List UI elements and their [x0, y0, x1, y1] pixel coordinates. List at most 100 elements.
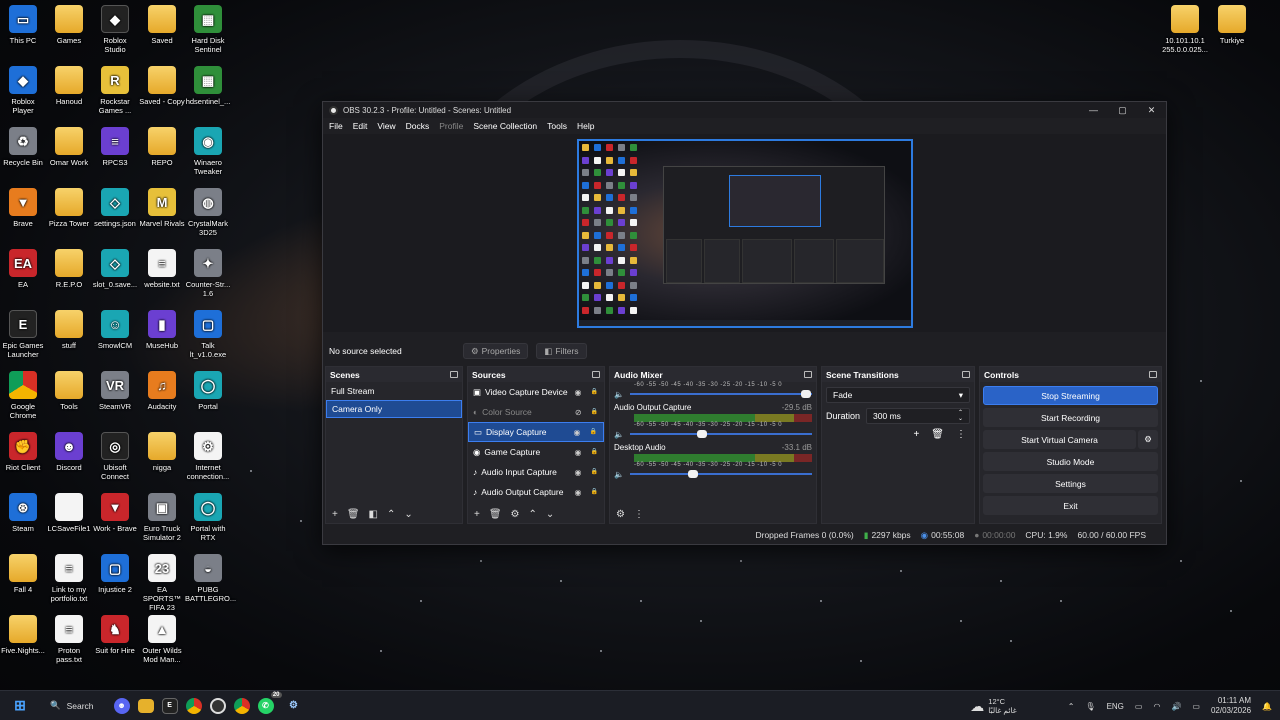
- lock-icon[interactable]: 🔒: [591, 488, 598, 497]
- undock-icon[interactable]: [450, 371, 458, 378]
- desktop-icon[interactable]: ◇ slot_0.save...: [92, 249, 138, 289]
- kebab-icon[interactable]: ⋮: [956, 429, 966, 440]
- eye-icon[interactable]: ◉: [574, 428, 581, 437]
- arrow-down-icon[interactable]: ⌄: [404, 509, 412, 520]
- desktop-icon[interactable]: ◯ Portal with RTX: [185, 493, 231, 542]
- kebab-icon[interactable]: ⋮: [634, 509, 644, 520]
- desktop-icon[interactable]: ✊ Riot Client: [0, 432, 46, 472]
- scene-item[interactable]: Full Stream: [326, 382, 462, 400]
- lock-icon[interactable]: 🔒: [590, 428, 597, 437]
- desktop-icon[interactable]: Tools: [46, 371, 92, 411]
- desktop-icon[interactable]: ▭ This PC: [0, 5, 46, 45]
- notification-icon[interactable]: 🔔: [1262, 702, 1272, 711]
- wifi-icon[interactable]: ◠: [1153, 702, 1160, 711]
- menu-scene-collection[interactable]: Scene Collection: [473, 121, 537, 131]
- desktop-icon[interactable]: ▢ Injustice 2: [92, 554, 138, 594]
- chrome-taskbar-icon[interactable]: [185, 697, 202, 714]
- desktop-icon[interactable]: ◯ Portal: [185, 371, 231, 411]
- language-indicator[interactable]: ENG: [1107, 702, 1124, 711]
- desktop-icon[interactable]: ≡ website.txt: [139, 249, 185, 289]
- desktop-icon[interactable]: ▼ Work - Brave: [92, 493, 138, 533]
- display-icon[interactable]: ▭: [1135, 702, 1143, 711]
- settings-button[interactable]: Settings: [983, 474, 1158, 493]
- source-item[interactable]: ♪ Audio Output Capture ◉ 🔒: [468, 482, 604, 502]
- desktop-icon[interactable]: ◆ Roblox Studio: [92, 5, 138, 54]
- desktop-icon[interactable]: ▮ MuseHub: [139, 310, 185, 350]
- menu-tools[interactable]: Tools: [547, 121, 567, 131]
- properties-button[interactable]: ⚙ Properties: [463, 343, 529, 359]
- volume-slider-knob[interactable]: [800, 390, 811, 398]
- desktop-icon[interactable]: ▼ Brave: [0, 188, 46, 228]
- source-item[interactable]: ◐ Color Source ⊘ 🔒: [468, 402, 604, 422]
- obs-window[interactable]: OBS 30.2.3 - Profile: Untitled - Scenes:…: [322, 101, 1167, 545]
- desktop-icon[interactable]: ≡ Proton pass.txt: [46, 615, 92, 664]
- undock-icon[interactable]: [592, 371, 600, 378]
- clock[interactable]: 01:11 AM 02/03/2026: [1211, 696, 1251, 716]
- obs-taskbar-icon[interactable]: [209, 697, 226, 714]
- spinner-icon[interactable]: ⌃ ⌄: [958, 410, 963, 422]
- speaker-icon[interactable]: 🔈: [614, 390, 624, 399]
- desktop-icon[interactable]: EA EA: [0, 249, 46, 289]
- start-virtual-camera-button[interactable]: Start Virtual Camera: [983, 430, 1136, 449]
- desktop-icon[interactable]: 10.101.10.1 255.0.0.025...: [1162, 5, 1208, 54]
- start-recording-button[interactable]: Start Recording: [983, 408, 1158, 427]
- undock-icon[interactable]: [962, 371, 970, 378]
- desktop-icon[interactable]: VR SteamVR: [92, 371, 138, 411]
- discord-taskbar-icon[interactable]: ☻: [113, 697, 130, 714]
- source-item[interactable]: ▣ Video Capture Device ◉ 🔒: [468, 382, 604, 402]
- battery-icon[interactable]: ▭: [1192, 702, 1200, 711]
- desktop-icon[interactable]: ◎ Ubisoft Connect: [92, 432, 138, 481]
- eye-icon[interactable]: ◉: [575, 468, 582, 477]
- chevron-up-icon[interactable]: ⌃: [1068, 702, 1075, 711]
- windows-start-icon[interactable]: ⊞: [10, 696, 30, 716]
- source-item[interactable]: ▭ Display Capture ◉ 🔒: [468, 422, 604, 442]
- desktop-icon[interactable]: ♫ Audacity: [139, 371, 185, 411]
- gear-icon[interactable]: ⚙: [511, 509, 520, 520]
- scene-filter-icon[interactable]: ◧: [369, 509, 378, 520]
- transition-select[interactable]: Fade ▾: [826, 387, 970, 403]
- trash-icon[interactable]: 🗑: [931, 429, 944, 440]
- scene-item-selected[interactable]: Camera Only: [326, 400, 462, 418]
- desktop-icon[interactable]: Fall 4: [0, 554, 46, 594]
- desktop-icon[interactable]: ≡ Link to my portfolio.txt: [46, 554, 92, 603]
- desktop-icon[interactable]: ♞ Suit for Hire: [92, 615, 138, 655]
- desktop-icon[interactable]: E Epic Games Launcher: [0, 310, 46, 359]
- virtual-camera-settings-button[interactable]: ⚙: [1138, 430, 1158, 449]
- desktop-icon[interactable]: REPO: [139, 127, 185, 167]
- source-item[interactable]: ◉ Game Capture ◉ 🔒: [468, 442, 604, 462]
- undock-icon[interactable]: [1149, 371, 1157, 378]
- microphone-icon[interactable]: 🎙: [1085, 702, 1095, 711]
- desktop-icon[interactable]: ✦ Counter-Str... 1.6: [185, 249, 231, 298]
- trash-icon[interactable]: 🗑: [347, 509, 360, 520]
- volume-slider[interactable]: [629, 430, 812, 438]
- menu-edit[interactable]: Edit: [353, 121, 368, 131]
- desktop-icon[interactable]: Saved: [139, 5, 185, 45]
- desktop-icon[interactable]: Five.Nights...: [0, 615, 46, 655]
- settings-taskbar-icon[interactable]: ⚙: [284, 696, 304, 716]
- whatsapp-taskbar-icon[interactable]: ✆ 20: [257, 691, 282, 714]
- volume-slider[interactable]: [629, 390, 812, 398]
- minimize-button[interactable]: —: [1079, 105, 1108, 115]
- desktop-icon[interactable]: Saved - Copy: [139, 66, 185, 106]
- desktop-icon[interactable]: ≡ RPCS3: [92, 127, 138, 167]
- filters-button[interactable]: ◧ Filters: [536, 343, 587, 359]
- speaker-icon[interactable]: 🔈: [614, 470, 624, 479]
- lock-icon[interactable]: 🔒: [591, 448, 598, 457]
- volume-slider-knob[interactable]: [696, 430, 707, 438]
- duration-input[interactable]: 300 ms ⌃ ⌄: [866, 408, 970, 424]
- desktop-icon[interactable]: M Marvel Rivals: [139, 188, 185, 228]
- add-icon[interactable]: +: [332, 509, 338, 520]
- taskbar-search[interactable]: 🔍 Search: [40, 695, 104, 717]
- desktop-icon[interactable]: ◆ Roblox Player: [0, 66, 46, 115]
- arrow-up-icon[interactable]: ⌃: [387, 509, 395, 520]
- desktop-icon[interactable]: ◉ Winaero Tweaker: [185, 127, 231, 176]
- weather-widget[interactable]: ☁ 12°C غائم غالبًا: [970, 697, 1016, 715]
- volume-slider-knob[interactable]: [687, 470, 698, 478]
- desktop-icon[interactable]: ⊛ Steam: [0, 493, 46, 533]
- source-item[interactable]: ♪ Audio Input Capture ◉ 🔒: [468, 462, 604, 482]
- lock-icon[interactable]: 🔒: [591, 408, 598, 417]
- desktop-icon[interactable]: ☻ Discord: [46, 432, 92, 472]
- desktop-icon[interactable]: Games: [46, 5, 92, 45]
- menu-docks[interactable]: Docks: [406, 121, 430, 131]
- menu-profile[interactable]: Profile: [439, 121, 463, 131]
